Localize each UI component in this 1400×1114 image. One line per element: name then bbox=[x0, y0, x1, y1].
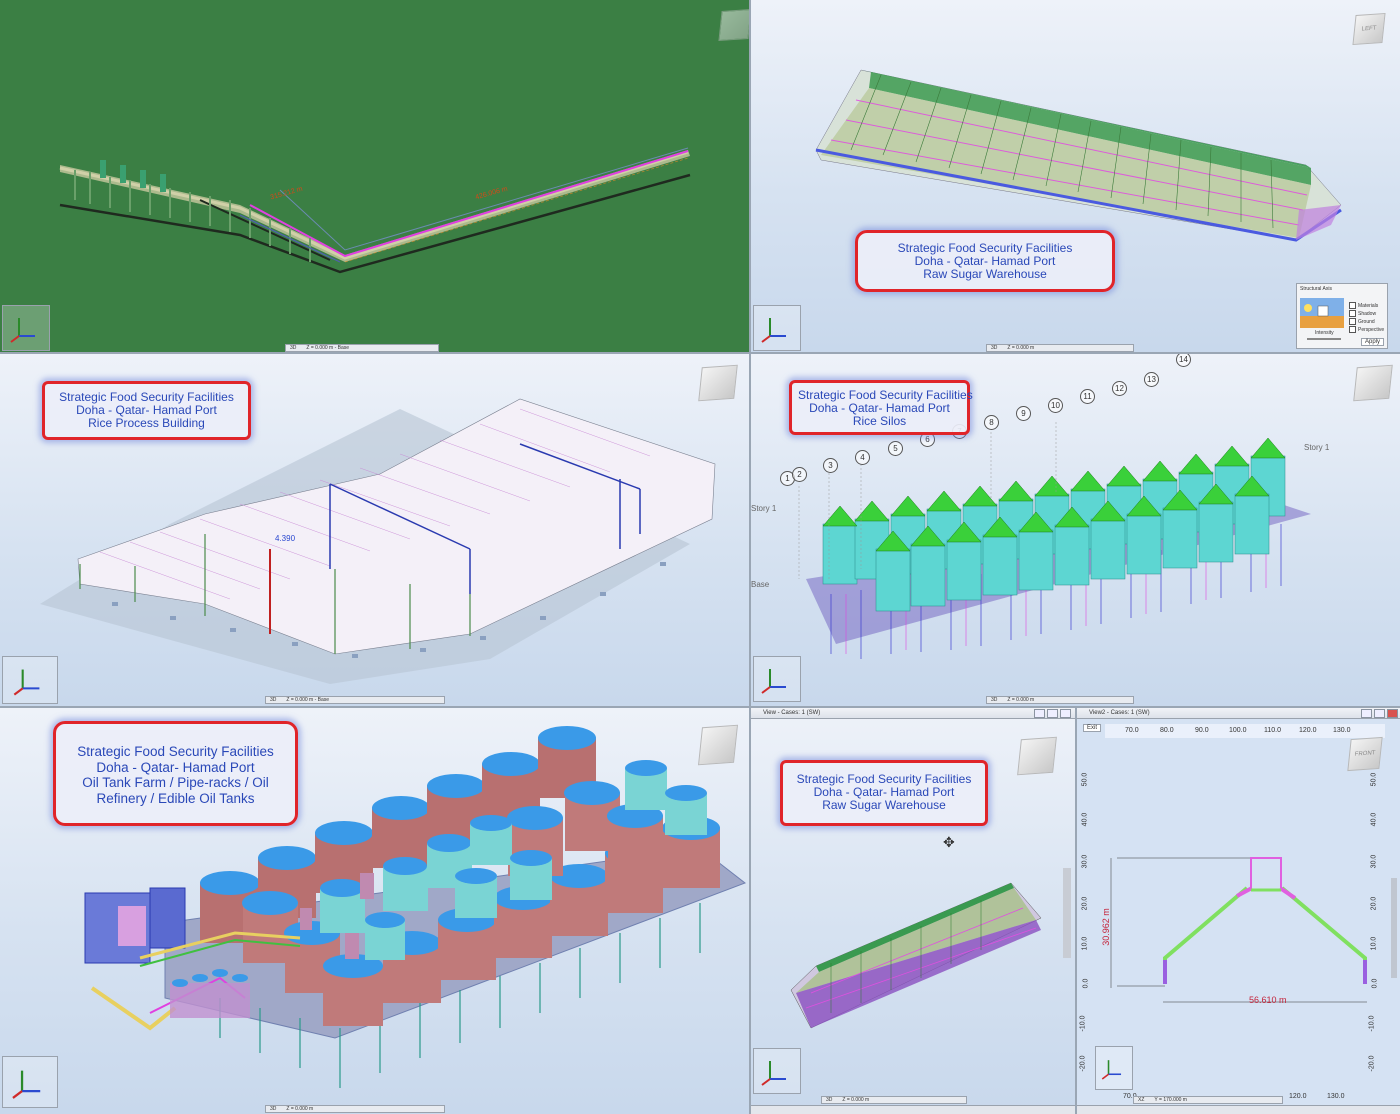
viewcube-icon[interactable] bbox=[718, 8, 749, 42]
intensity-slider[interactable] bbox=[1307, 338, 1341, 340]
view-mode: 3D bbox=[991, 345, 998, 351]
axis-triad-icon bbox=[2, 1056, 58, 1108]
dialog-title: Structural Axis bbox=[1300, 286, 1332, 292]
view-mode: 3D bbox=[826, 1097, 833, 1103]
view-mode: 3D bbox=[290, 345, 297, 351]
view-statusbar[interactable]: 3D Z = 0.000 m - Base bbox=[265, 696, 445, 704]
viewport-rice-process-building[interactable]: 4.390 Strategic Food Security Facilities… bbox=[0, 354, 749, 706]
view-mode: 3D bbox=[991, 697, 998, 703]
axis-triad-icon bbox=[753, 305, 801, 351]
viewcube-icon[interactable] bbox=[698, 364, 738, 402]
viewport-sugar-warehouse[interactable]: Strategic Food Security Facilities Doha … bbox=[751, 0, 1400, 352]
story-label-left: Story 1 bbox=[751, 504, 777, 513]
axis-triad-icon bbox=[1095, 1046, 1133, 1090]
view-level: Z = 0.000 m bbox=[286, 1106, 314, 1112]
view-mode: 3D bbox=[270, 1106, 277, 1112]
grid-bubble-4: 4 bbox=[855, 450, 870, 465]
option-perspective[interactable]: Perspective bbox=[1349, 326, 1384, 333]
option-shadow[interactable]: Shadow bbox=[1349, 310, 1376, 317]
view-statusbar[interactable]: XZ Y = 170.000 m bbox=[1133, 1096, 1283, 1104]
width-dimension: 56.610 m bbox=[1249, 995, 1287, 1005]
viewcube-icon[interactable] bbox=[698, 724, 738, 766]
viewcube-icon[interactable] bbox=[1353, 364, 1393, 402]
caption-rice-silos: Strategic Food Security Facilities Doha … bbox=[789, 380, 973, 435]
option-materials[interactable]: Materials bbox=[1349, 302, 1378, 309]
caption-oil-tank-farm: Strategic Food Security Facilities Doha … bbox=[53, 721, 298, 826]
view-statusbar[interactable]: 3D Z = 0.000 m bbox=[821, 1096, 967, 1104]
grid-bubble-8: 8 bbox=[984, 415, 999, 430]
viewport-pipeline[interactable]: 315.212 m 426.006 m 3D Z = 0.000 m - Bas… bbox=[0, 0, 749, 352]
grid-bubble-10: 10 bbox=[1048, 398, 1063, 413]
height-dimension: 30.962 m bbox=[1100, 908, 1111, 946]
view-statusbar[interactable]: 3D Z = 0.000 m bbox=[265, 1105, 445, 1113]
pipeline-model bbox=[59, 147, 691, 274]
viewcube-icon[interactable]: LEFT bbox=[1352, 12, 1386, 46]
grid-bubble-2: 2 bbox=[792, 467, 807, 482]
view-level: Z = 0.000 m bbox=[842, 1097, 870, 1103]
view-statusbar[interactable]: 3D Z = 0.000 m bbox=[986, 344, 1134, 352]
axis-triad-icon bbox=[2, 305, 50, 351]
view-level: Z = 0.000 m bbox=[1007, 345, 1035, 351]
intensity-label: Intensity bbox=[1315, 330, 1334, 336]
axis-triad-icon bbox=[2, 656, 58, 704]
view-level: Z = 0.000 m - Base bbox=[286, 697, 330, 703]
move-cursor-icon: ✥ bbox=[943, 834, 955, 850]
view-statusbar[interactable]: 3D Z = 0.000 m bbox=[986, 696, 1134, 704]
axis-triad-icon bbox=[753, 1048, 801, 1094]
apply-button[interactable]: Apply bbox=[1361, 338, 1385, 346]
axis-triad-icon bbox=[753, 656, 801, 702]
option-ground[interactable]: Ground bbox=[1349, 318, 1375, 325]
grid-bubble-11: 11 bbox=[1080, 389, 1095, 404]
viewcube-icon[interactable]: FRONT bbox=[1347, 736, 1383, 772]
view-level: Z = 0.000 m - Base bbox=[306, 345, 350, 351]
toolbar-strip-2[interactable] bbox=[1077, 1105, 1400, 1114]
grid-bubble-12: 12 bbox=[1112, 381, 1127, 396]
viewport-oil-tank-farm[interactable]: Strategic Food Security Facilities Doha … bbox=[0, 708, 749, 1114]
caption-rice-process-building: Strategic Food Security Facilities Doha … bbox=[42, 381, 251, 440]
view-level: Z = 0.000 m bbox=[1007, 697, 1035, 703]
dimension-label: 4.390 bbox=[275, 534, 296, 543]
toolbar-strip[interactable] bbox=[751, 1105, 1075, 1114]
grid-bubble-13: 13 bbox=[1144, 372, 1159, 387]
caption-sugar-warehouse-2: Strategic Food Security Facilities Doha … bbox=[780, 760, 988, 826]
view-statusbar[interactable]: 3D Z = 0.000 m - Base bbox=[285, 344, 439, 352]
grid-bubble-5: 5 bbox=[888, 441, 903, 456]
viewport-3d-window[interactable]: View - Cases: 1 (SW) Strategic Food Secu… bbox=[751, 708, 1075, 1114]
view-mode: 3D bbox=[270, 697, 277, 703]
viewport-rice-silos[interactable]: 1 2 3 4 5 6 7 8 9 10 11 12 13 14 Story 1… bbox=[751, 354, 1400, 706]
grid-bubble-9: 9 bbox=[1016, 406, 1031, 421]
base-label: Base bbox=[751, 580, 770, 589]
story-label-right: Story 1 bbox=[1304, 443, 1330, 452]
caption-sugar-warehouse: Strategic Food Security Facilities Doha … bbox=[855, 230, 1115, 292]
light-direction-widget[interactable] bbox=[1300, 298, 1344, 328]
view-level: Y = 170.000 m bbox=[1154, 1097, 1187, 1103]
viewcube-icon[interactable] bbox=[1017, 736, 1057, 776]
grid-bubble-3: 3 bbox=[823, 458, 838, 473]
viewport-section-view[interactable]: View2 - Cases: 1 (SW) Exit 70.0 80.0 90.… bbox=[1077, 708, 1400, 1114]
view-plane: XZ bbox=[1138, 1097, 1145, 1103]
display-options-dialog[interactable]: Structural Axis Materials Shadow Ground … bbox=[1296, 283, 1388, 349]
